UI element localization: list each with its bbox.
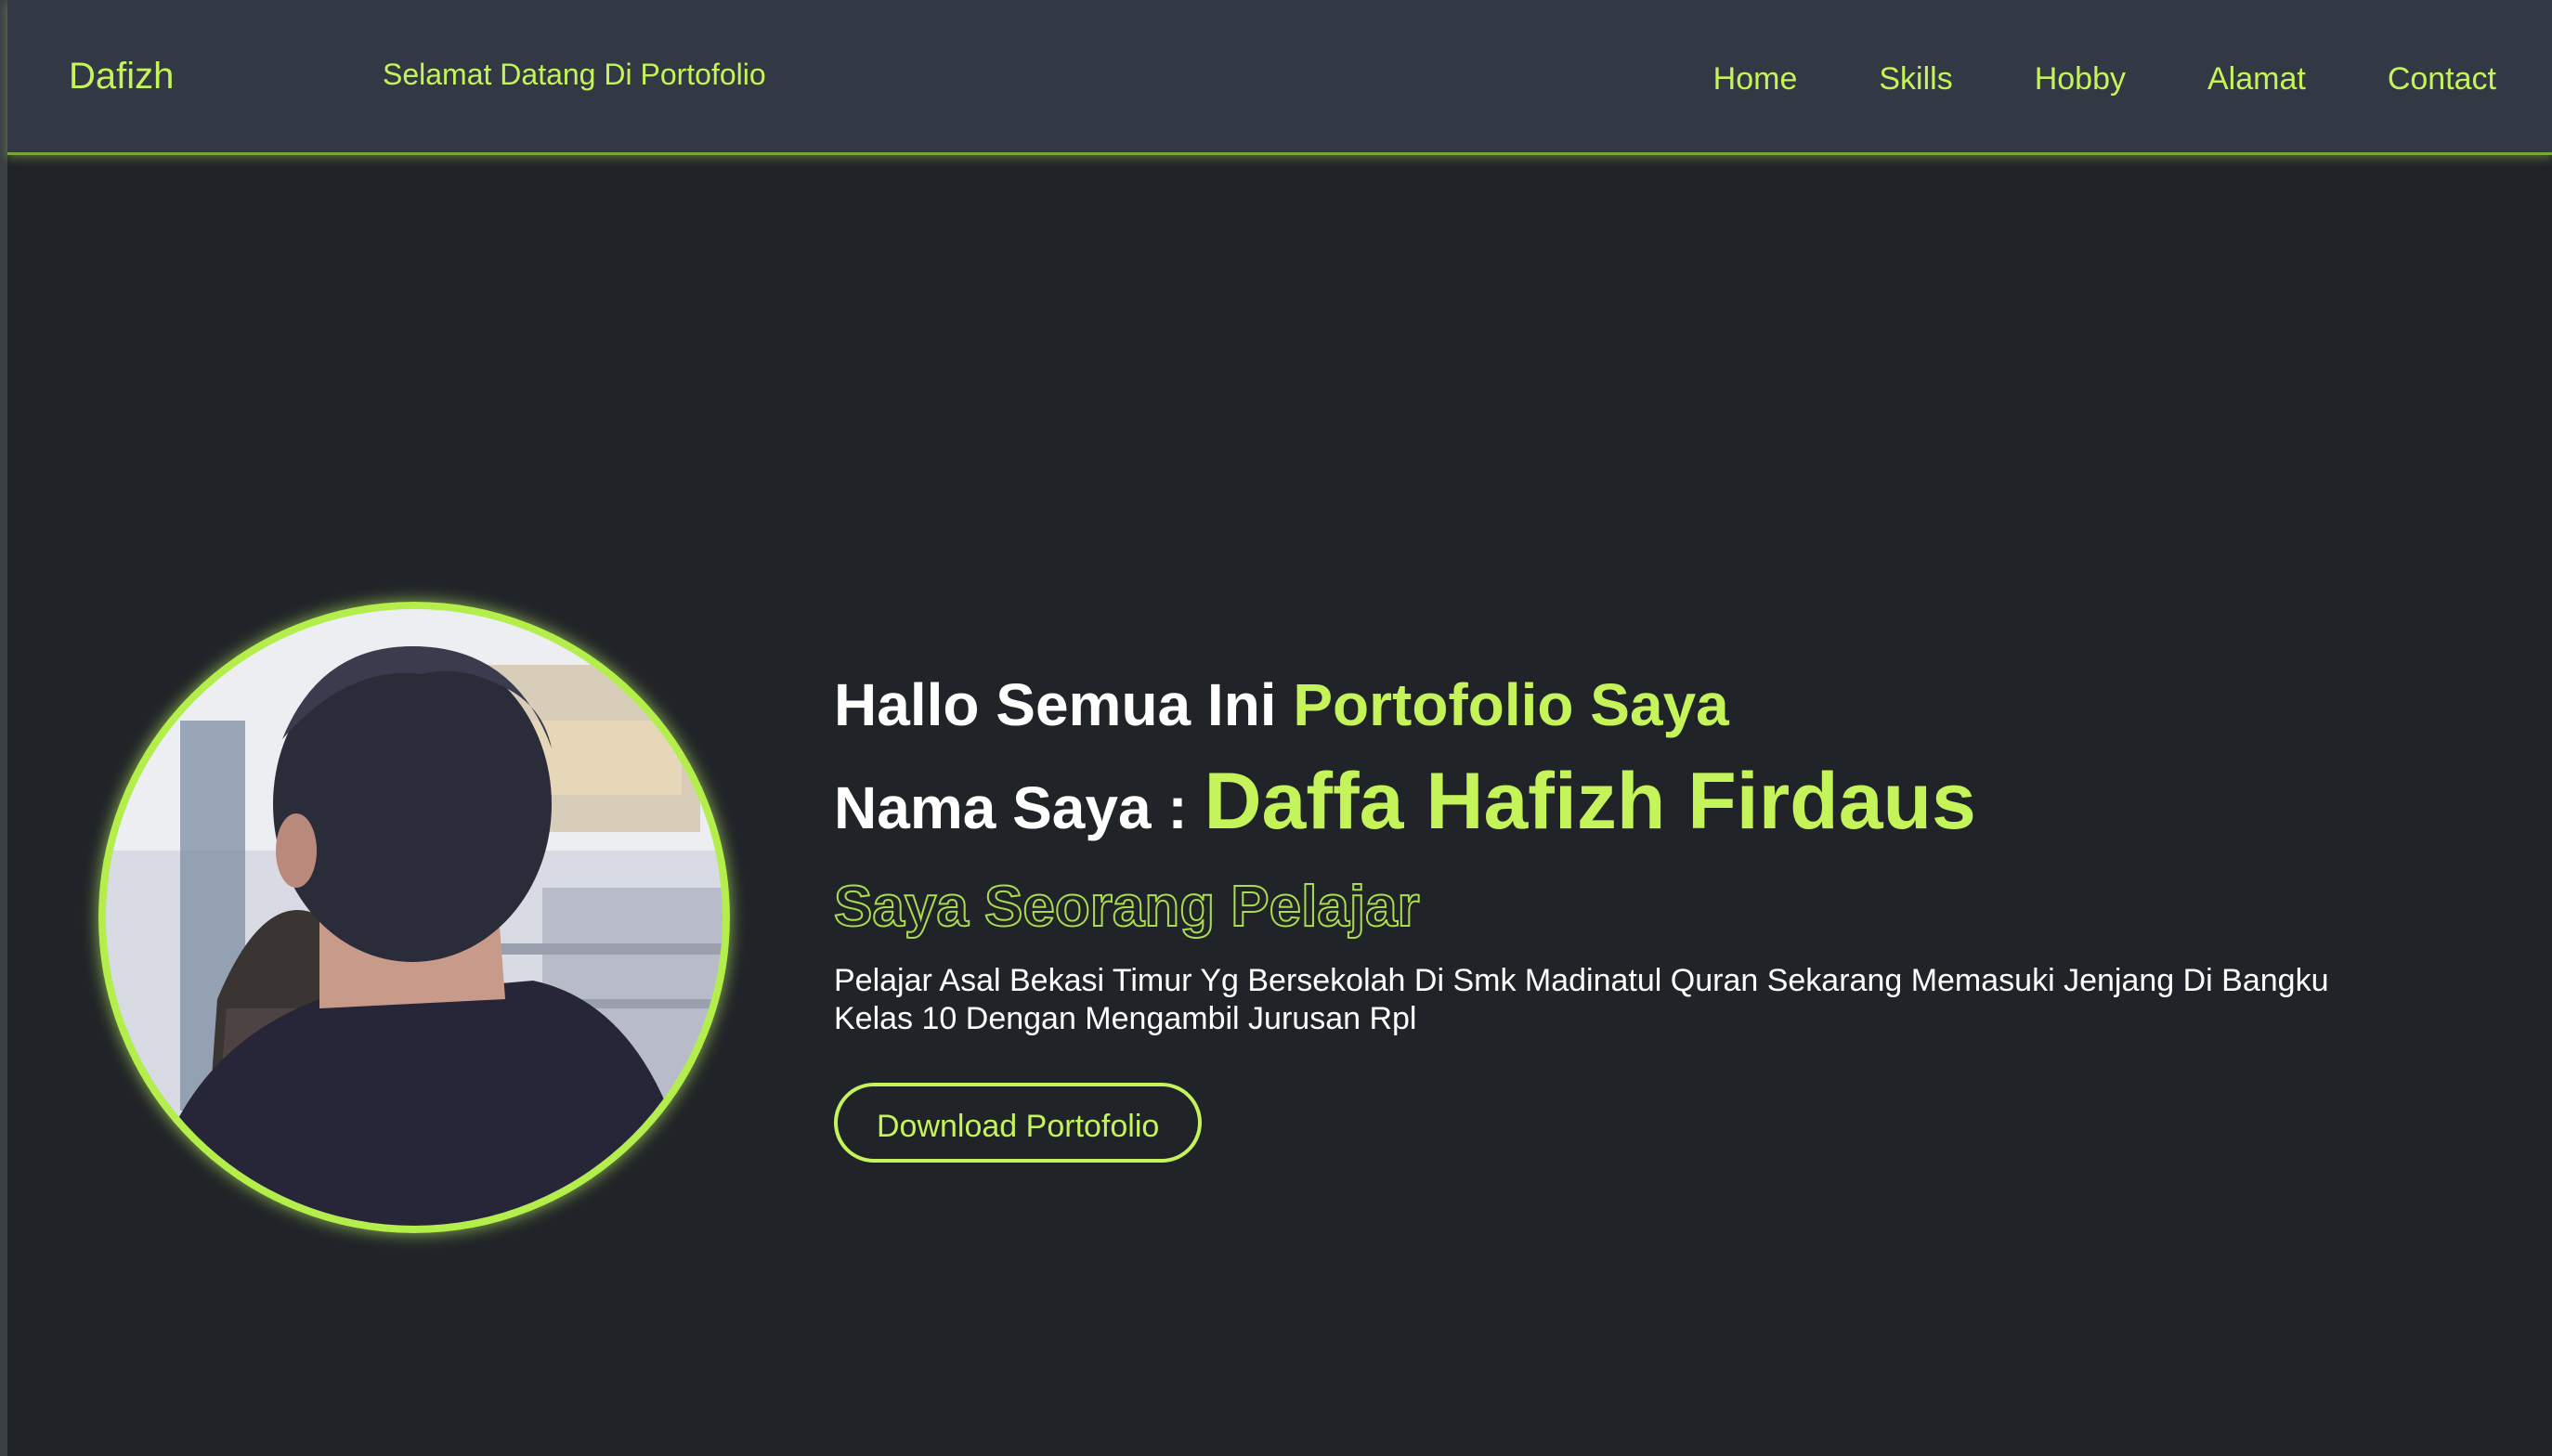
nav-link-alamat[interactable]: Alamat bbox=[2207, 61, 2306, 98]
greeting-heading: Hallo Semua Ini Portofolio Saya bbox=[834, 670, 2468, 739]
brand-logo[interactable]: Dafizh bbox=[69, 56, 174, 98]
full-name: Daffa Hafizh Firdaus bbox=[1204, 757, 1976, 846]
nav-link-contact[interactable]: Contact bbox=[2388, 61, 2496, 98]
greeting-prefix: Hallo Semua Ini bbox=[834, 671, 1277, 738]
welcome-marquee: Selamat Datang Di Portofolio bbox=[383, 58, 801, 92]
profile-photo-illustration bbox=[106, 609, 723, 1226]
window-left-edge bbox=[0, 0, 7, 1456]
welcome-marquee-text: Selamat Datang Di Portofolio bbox=[383, 58, 766, 91]
role-subtitle: Saya Seorang Pelajar bbox=[833, 874, 1421, 940]
nav-link-hobby[interactable]: Hobby bbox=[2035, 61, 2126, 98]
greeting-accent: Portofolio Saya bbox=[1293, 671, 1729, 738]
profile-photo bbox=[98, 602, 730, 1233]
bio-description: Pelajar Asal Bekasi Timur Yg Bersekolah … bbox=[834, 963, 2329, 1036]
name-label: Nama Saya : bbox=[834, 774, 1188, 841]
page: Dafizh Selamat Datang Di Portofolio Home… bbox=[0, 0, 2552, 1456]
nav-link-skills[interactable]: Skills bbox=[1879, 61, 1952, 98]
name-heading: Nama Saya : Daffa Hafizh Firdaus bbox=[834, 756, 2468, 848]
nav-link-home[interactable]: Home bbox=[1713, 61, 1798, 98]
nav-links: Home Skills Hobby Alamat Contact bbox=[1632, 61, 2496, 98]
hero-section: Hallo Semua Ini Portofolio Saya Nama Say… bbox=[833, 670, 2468, 1163]
navbar: Dafizh Selamat Datang Di Portofolio Home… bbox=[7, 0, 2552, 155]
download-portfolio-button[interactable]: Download Portofolio bbox=[834, 1083, 1203, 1163]
